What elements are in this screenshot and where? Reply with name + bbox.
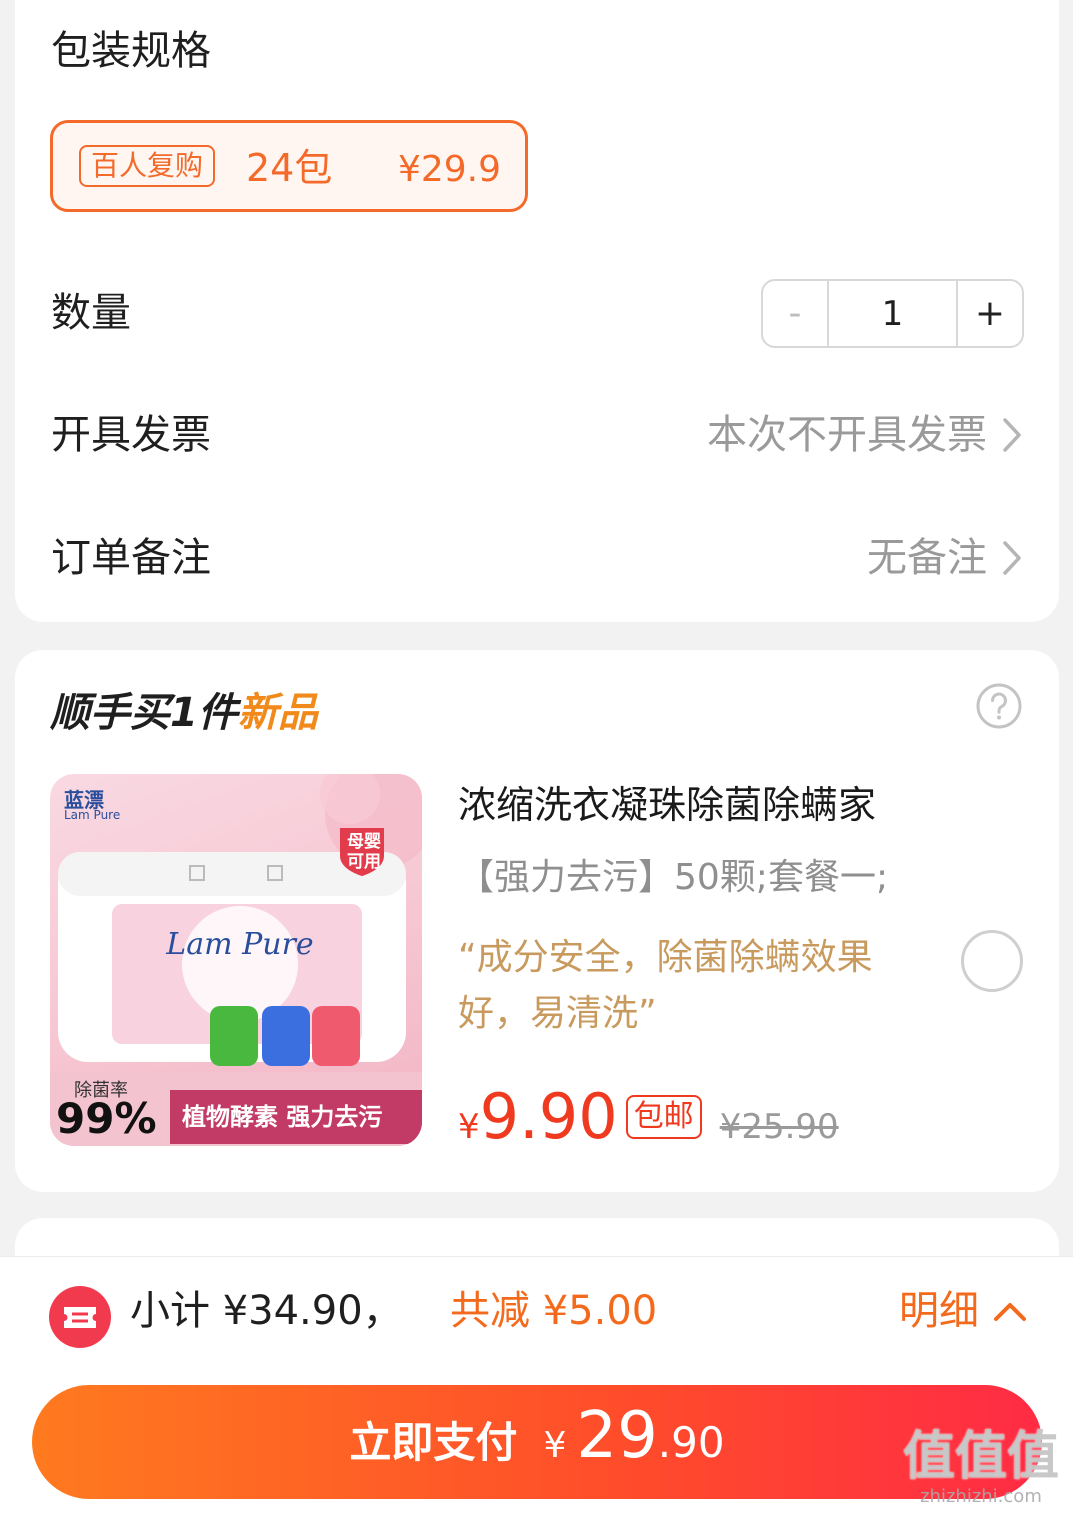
quantity-label: 数量 xyxy=(51,290,131,336)
addon-card: 顺手买1件新品 Lam Pure 蓝漂 Lam Pure 母婴可用 除菌率 99… xyxy=(15,650,1059,1192)
order-card: 包装规格 百人复购 24包 ¥29.9 数量 - 1 + 开具发票 本次不开具发… xyxy=(15,0,1059,622)
original-price: ¥25.90 xyxy=(719,1107,839,1147)
new-product-tag: 新品 xyxy=(237,690,318,736)
quantity-stepper: - 1 + xyxy=(761,279,1024,348)
order-note-value: 无备注 xyxy=(867,535,987,581)
quantity-value[interactable]: 1 xyxy=(829,281,956,346)
svg-text:Lam Pure: Lam Pure xyxy=(165,927,313,962)
subtotal-text: 小计 ¥34.90， xyxy=(130,1288,403,1334)
invoice-value: 本次不开具发票 xyxy=(707,412,987,458)
addon-title-text: 顺手买1件 xyxy=(50,690,238,736)
product-price: ¥ 9.90 包邮 ¥25.90 xyxy=(458,1086,839,1148)
sterilization-rate: 99% xyxy=(56,1094,157,1143)
invoice-selector[interactable]: 本次不开具发票 xyxy=(707,410,1023,460)
product-spec: 【强力去污】50颗;套餐一; xyxy=(458,857,889,898)
spec-quantity: 24包 xyxy=(246,146,333,190)
pay-now-button[interactable]: 立即支付 ¥ 29 .90 xyxy=(32,1385,1042,1499)
price-amount: 9.90 xyxy=(479,1080,618,1153)
detail-button[interactable]: 明细 xyxy=(899,1285,1027,1337)
pay-label: 立即支付 xyxy=(349,1418,518,1467)
watermark-text: 值值值 xyxy=(902,1427,1059,1487)
increase-button[interactable]: + xyxy=(956,281,1022,346)
spec-option-24pack[interactable]: 百人复购 24包 ¥29.9 xyxy=(50,120,528,212)
watermark: 值值值 zhizhizhi.com xyxy=(903,1428,1059,1507)
product-quote: “成分安全，除菌除螨效果好，易清洗” xyxy=(458,937,873,1034)
pay-amount-int: 29 xyxy=(576,1399,658,1473)
pay-currency: ¥ xyxy=(543,1425,567,1466)
help-icon[interactable] xyxy=(975,682,1023,730)
chevron-up-icon xyxy=(994,1303,1026,1321)
select-product-radio[interactable] xyxy=(961,930,1023,992)
detail-label: 明细 xyxy=(899,1288,979,1334)
spec-title: 包装规格 xyxy=(51,28,211,74)
free-shipping-tag: 包邮 xyxy=(625,1095,702,1139)
repurchase-badge: 百人复购 xyxy=(79,145,216,187)
discount-text: 共减 ¥5.00 xyxy=(450,1288,658,1334)
order-note-selector[interactable]: 无备注 xyxy=(867,533,1023,583)
spec-price: ¥29.9 xyxy=(397,149,501,190)
mother-baby-badge: 母婴可用 xyxy=(347,832,381,872)
invoice-label: 开具发票 xyxy=(51,412,211,458)
addon-title: 顺手买1件新品 xyxy=(50,688,318,738)
price-currency: ¥ xyxy=(458,1107,480,1147)
pay-amount-dec: .90 xyxy=(657,1418,725,1467)
image-banner: 植物酵素 强力去污 xyxy=(182,1103,383,1131)
coupon-icon xyxy=(49,1286,111,1348)
watermark-url: zhizhizhi.com xyxy=(920,1486,1042,1507)
chevron-right-icon xyxy=(1003,541,1021,575)
product-image[interactable]: Lam Pure 蓝漂 Lam Pure 母婴可用 除菌率 99% 植物酵素 强… xyxy=(50,774,422,1146)
product-name[interactable]: 浓缩洗衣凝珠除菌除螨家 xyxy=(458,780,876,830)
order-note-label: 订单备注 xyxy=(51,535,211,581)
decrease-button[interactable]: - xyxy=(763,281,829,346)
chevron-right-icon xyxy=(1003,418,1021,452)
brand-logo-en: Lam Pure xyxy=(64,808,121,822)
